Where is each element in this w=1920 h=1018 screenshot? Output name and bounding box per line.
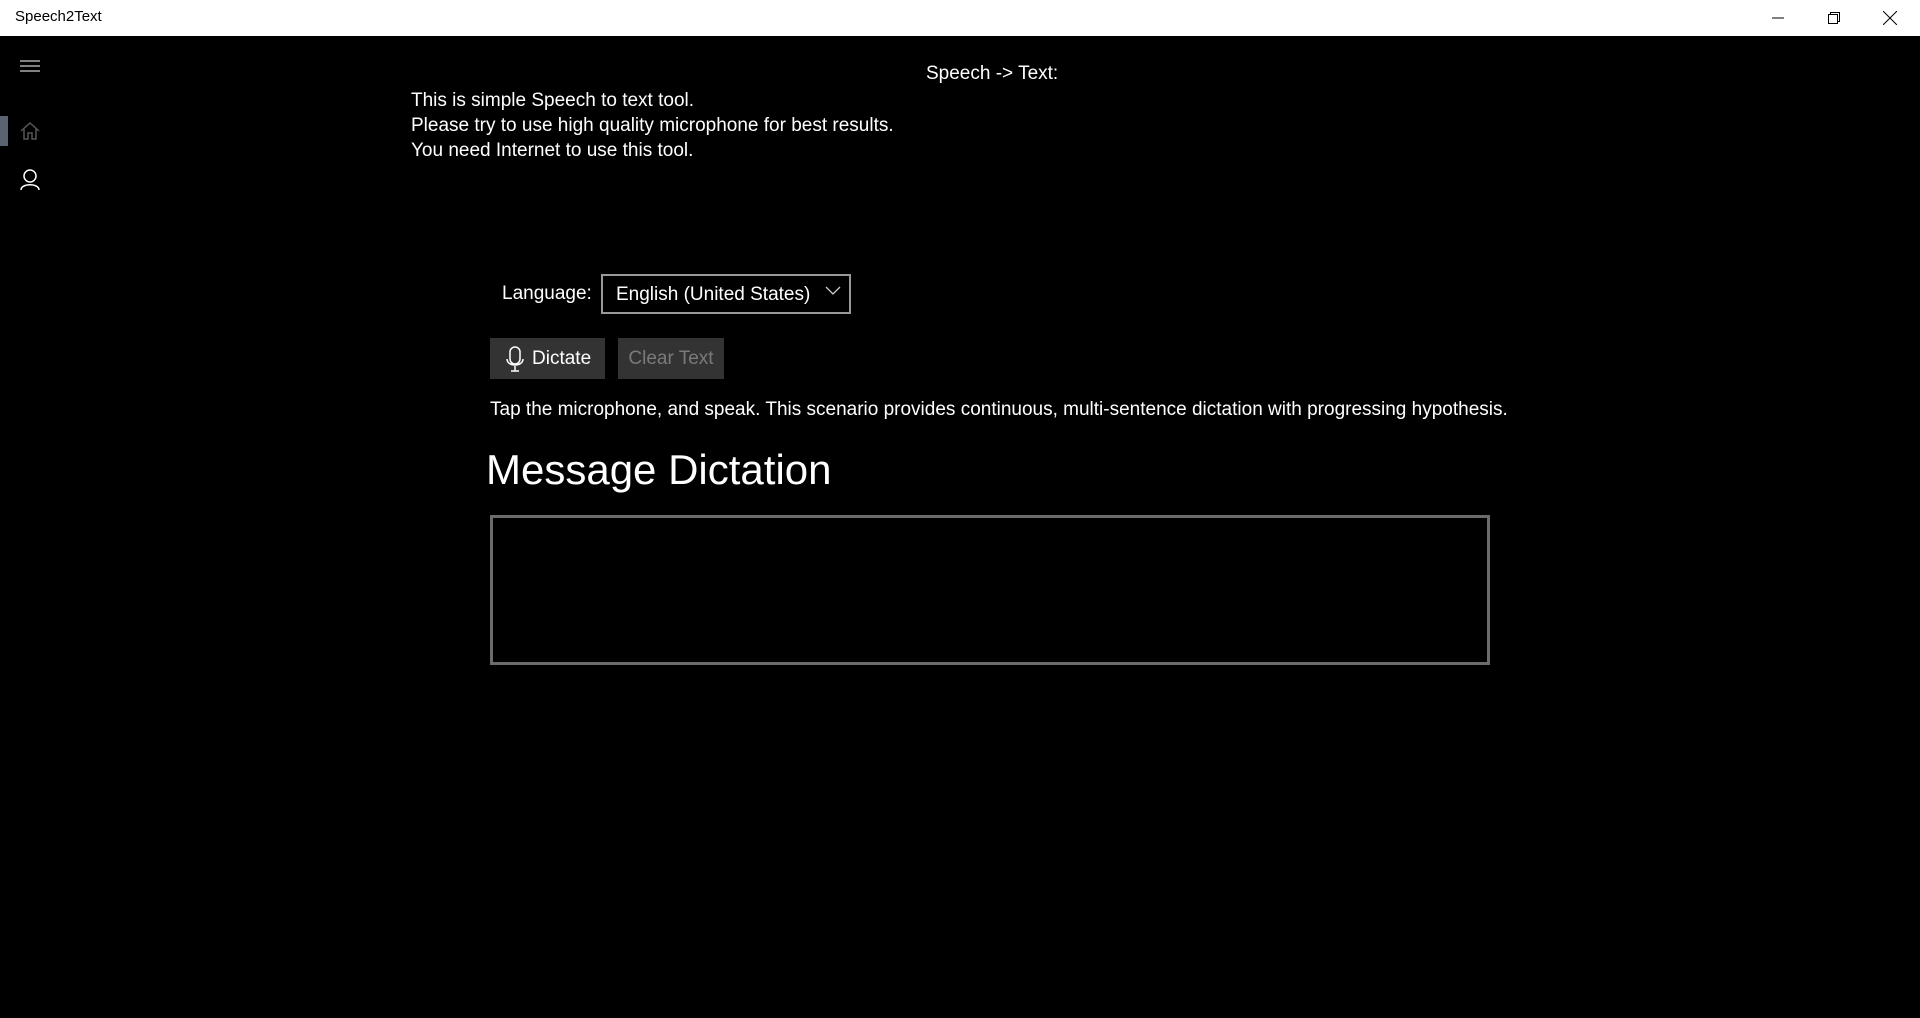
page-header: Speech -> Text: bbox=[926, 63, 1059, 84]
restore-button[interactable] bbox=[1806, 0, 1862, 36]
intro-line: This is simple Speech to text tool. bbox=[411, 90, 695, 111]
minimize-button[interactable] bbox=[1750, 0, 1806, 36]
restore-icon bbox=[1828, 12, 1840, 24]
hamburger-menu-button[interactable] bbox=[0, 46, 60, 86]
close-icon bbox=[1883, 11, 1897, 25]
hamburger-icon bbox=[20, 60, 40, 72]
sidebar-item-account[interactable] bbox=[0, 160, 60, 200]
intro-line: Please try to use high quality microphon… bbox=[411, 115, 894, 136]
microphone-icon bbox=[506, 345, 524, 372]
intro-line: You need Internet to use this tool. bbox=[411, 140, 694, 161]
home-icon bbox=[20, 122, 40, 140]
dictation-textbox[interactable] bbox=[490, 515, 1490, 665]
chevron-down-icon bbox=[825, 286, 841, 295]
title-bar: Speech2Text bbox=[0, 0, 1920, 36]
clear-text-button[interactable]: Clear Text bbox=[618, 338, 724, 379]
dictation-heading: Message Dictation bbox=[486, 446, 832, 493]
dictate-button[interactable]: Dictate bbox=[490, 338, 605, 379]
minimize-icon bbox=[1772, 17, 1784, 19]
app-title: Speech2Text bbox=[15, 8, 102, 25]
intro-text: This is simple Speech to text tool. Plea… bbox=[411, 88, 894, 163]
language-selected-value: English (United States) bbox=[616, 284, 811, 305]
user-icon bbox=[20, 169, 40, 191]
close-button[interactable] bbox=[1862, 0, 1918, 36]
clear-text-label: Clear Text bbox=[628, 347, 714, 369]
dictate-label: Dictate bbox=[532, 347, 592, 369]
language-dropdown[interactable]: English (United States) bbox=[601, 274, 851, 314]
dictation-hint: Tap the microphone, and speak. This scen… bbox=[490, 399, 1508, 420]
language-label: Language: bbox=[502, 283, 592, 304]
sidebar-item-home[interactable] bbox=[0, 111, 60, 151]
sidebar bbox=[0, 36, 60, 1018]
